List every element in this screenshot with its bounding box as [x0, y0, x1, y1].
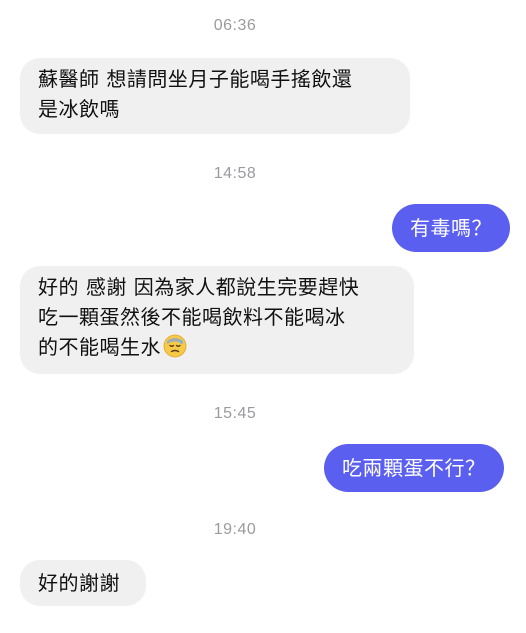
message-text: 有毒嗎？ [410, 216, 492, 240]
timestamp: 06:36 [213, 17, 257, 34]
message-text-line: 的不能喝生水 [38, 332, 396, 362]
message-text-line: 好的謝謝 [38, 571, 120, 595]
timestamp: 19:40 [213, 521, 257, 538]
outgoing-message-bubble[interactable]: 有毒嗎？ [392, 204, 510, 252]
message-text-line: 是冰飲嗎 [38, 97, 120, 121]
incoming-message-bubble[interactable]: 好的謝謝 [20, 560, 146, 606]
timestamp: 15:45 [213, 405, 257, 422]
message-text-line: 好的 感謝 因為家人都說生完要趕快 [38, 275, 360, 299]
message-text: 吃兩顆蛋不行？ [342, 456, 486, 480]
message-text-line: 蘇醫師 想請問坐月子能喝手搖飲還 [38, 67, 353, 91]
message-text-line: 吃一顆蛋然後不能喝飲料不能喝冰 [38, 305, 346, 329]
message-text: 的不能喝生水 [38, 335, 161, 359]
incoming-message-bubble[interactable]: 蘇醫師 想請問坐月子能喝手搖飲還 是冰飲嗎 [20, 58, 410, 134]
outgoing-message-bubble[interactable]: 吃兩顆蛋不行？ [324, 444, 504, 492]
downcast-sweat-face-icon [163, 334, 187, 358]
incoming-message-bubble[interactable]: 好的 感謝 因為家人都說生完要趕快 吃一顆蛋然後不能喝飲料不能喝冰 的不能喝生水 [20, 266, 414, 374]
timestamp: 14:58 [213, 165, 257, 182]
